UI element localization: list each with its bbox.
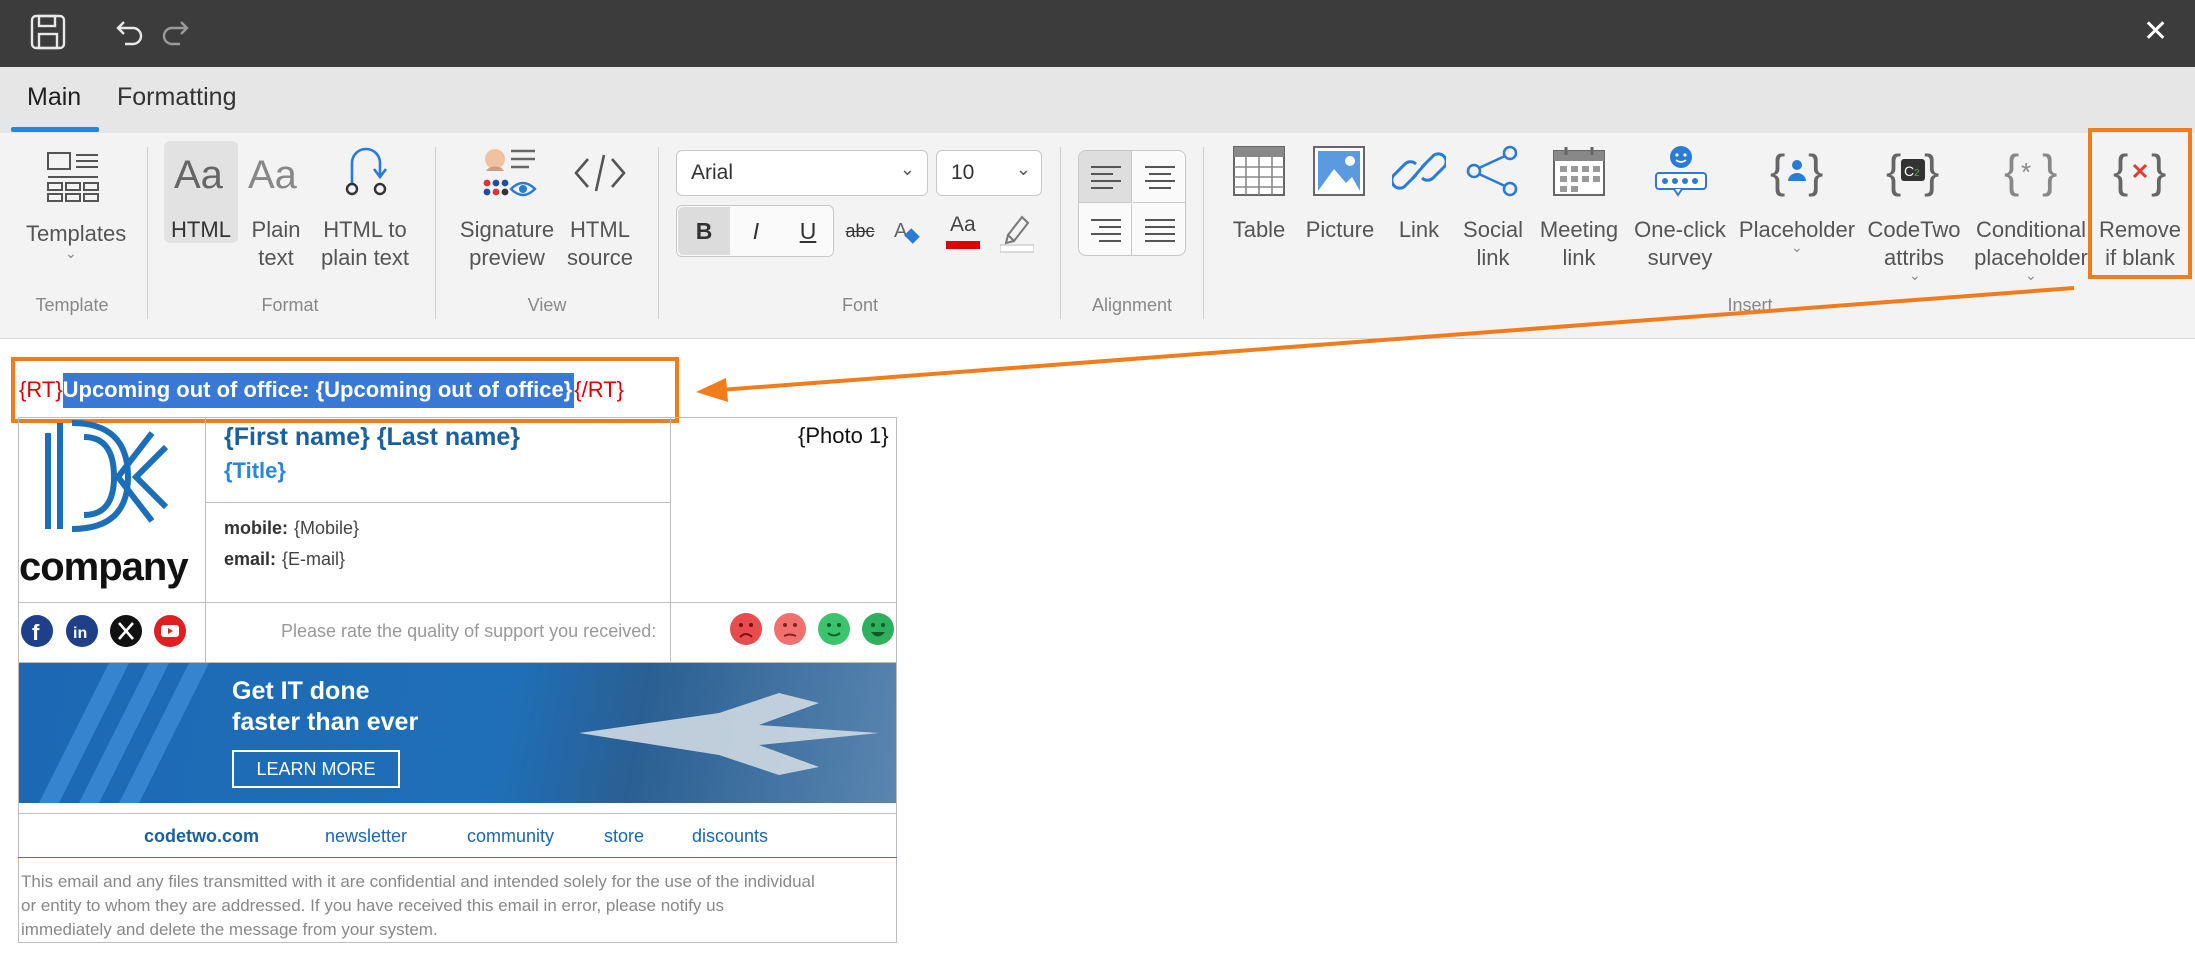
table-border <box>896 417 897 943</box>
signature-photo: {Photo 1} <box>798 423 889 448</box>
learn-more-button[interactable]: LEARN MORE <box>232 750 400 788</box>
signature-title: {Title} <box>224 458 286 483</box>
disclaimer-line: This email and any files transmitted wit… <box>21 872 815 891</box>
mobile-value: {Mobile} <box>294 518 360 538</box>
link-newsletter[interactable]: newsletter <box>325 826 407 847</box>
table-border <box>18 813 897 814</box>
banner-stripes <box>39 663 879 803</box>
signature-name: {First name} {Last name} <box>224 423 520 451</box>
email-label: email: <box>224 549 277 569</box>
disclaimer-line: immediately and delete the message from … <box>21 920 438 939</box>
signature-table[interactable]: company {First name} {Last name} {Title}… <box>18 417 897 943</box>
survey-unhappy-icon[interactable] <box>773 612 807 651</box>
table-border <box>18 942 897 943</box>
youtube-icon[interactable] <box>153 614 187 653</box>
table-border <box>670 417 671 662</box>
table-border <box>18 857 897 858</box>
survey-very-unhappy-icon[interactable] <box>729 612 763 651</box>
table-border <box>18 602 897 603</box>
svg-text:f: f <box>32 620 40 645</box>
email-value: {E-mail} <box>282 549 346 569</box>
table-border <box>18 417 897 418</box>
banner-headline-line2: faster than ever <box>232 708 419 736</box>
disclaimer-line: or entity to whom they are addressed. If… <box>21 896 725 915</box>
link-community[interactable]: community <box>467 826 554 847</box>
company-logo <box>32 419 182 544</box>
x-twitter-icon[interactable] <box>109 614 143 653</box>
rt-line[interactable]: {RT}Upcoming out of office: {Upcoming ou… <box>19 373 624 408</box>
link-store[interactable]: store <box>604 826 644 847</box>
linkedin-icon[interactable]: in <box>65 614 99 653</box>
link-codetwo[interactable]: codetwo.com <box>144 826 259 847</box>
banner-headline-line1: Get IT done <box>232 677 370 705</box>
table-border <box>205 417 206 662</box>
link-discounts[interactable]: discounts <box>692 826 768 847</box>
table-border <box>205 502 671 503</box>
survey-very-happy-icon[interactable] <box>861 612 895 651</box>
survey-happy-icon[interactable] <box>817 612 851 651</box>
company-logo-text: company <box>19 545 189 589</box>
facebook-icon[interactable]: f <box>20 614 54 653</box>
promo-banner[interactable]: Get IT done faster than ever LEARN MORE <box>19 663 896 803</box>
rt-close-tag: {/RT} <box>574 377 624 402</box>
survey-prompt: Please rate the quality of support you r… <box>281 621 657 641</box>
rt-selected-text[interactable]: Upcoming out of office: {Upcoming out of… <box>62 373 575 408</box>
mobile-label: mobile: <box>224 518 289 538</box>
rt-open-tag: {RT} <box>19 377 63 402</box>
svg-text:in: in <box>73 625 87 642</box>
